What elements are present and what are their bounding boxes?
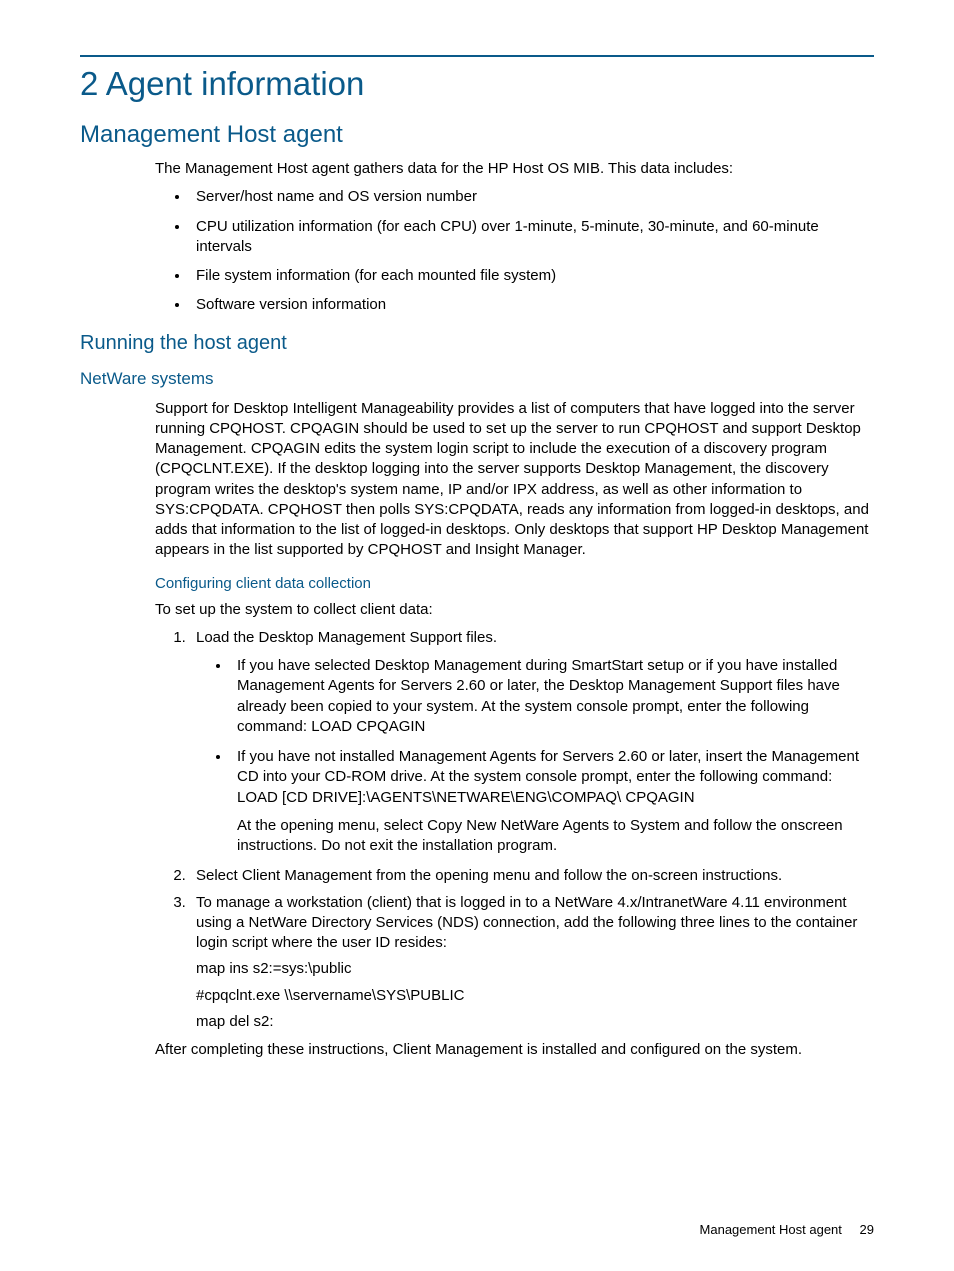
body-paragraph: To set up the system to collect client d…	[155, 600, 874, 620]
code-line: map del s2:	[196, 1012, 874, 1032]
list-item: Software version information	[190, 295, 874, 315]
page-number: 29	[860, 1222, 874, 1237]
sub-bullet-list: If you have selected Desktop Management …	[196, 656, 874, 856]
step-sub-paragraph: At the opening menu, select Copy New Net…	[237, 816, 874, 857]
list-item: File system information (for each mounte…	[190, 266, 874, 286]
code-line: map ins s2:=sys:\public	[196, 959, 874, 979]
data-bullet-list: Server/host name and OS version number C…	[155, 187, 874, 315]
top-rule	[80, 55, 874, 57]
chapter-title: 2 Agent information	[80, 65, 874, 103]
step-text: Load the Desktop Management Support file…	[196, 629, 497, 646]
subsection-heading: Running the host agent	[80, 332, 874, 355]
list-item: If you have selected Desktop Management …	[231, 656, 874, 737]
intro-paragraph: The Management Host agent gathers data f…	[155, 159, 874, 179]
list-item: Select Client Management from the openin…	[190, 866, 874, 886]
step-text: If you have not installed Management Age…	[237, 748, 859, 806]
list-item: To manage a workstation (client) that is…	[190, 893, 874, 1033]
code-line: #cpqclnt.exe \\servername\SYS\PUBLIC	[196, 986, 874, 1006]
page-footer: Management Host agent 29	[700, 1222, 874, 1237]
sub-subsection-heading: NetWare systems	[80, 369, 874, 389]
body-paragraph: After completing these instructions, Cli…	[155, 1040, 874, 1060]
list-item: Server/host name and OS version number	[190, 187, 874, 207]
body-paragraph: Support for Desktop Intelligent Manageab…	[155, 399, 874, 561]
list-item: If you have not installed Management Age…	[231, 747, 874, 856]
section-heading: Management Host agent	[80, 121, 874, 149]
step-text: To manage a workstation (client) that is…	[196, 894, 857, 952]
footer-section-label: Management Host agent	[700, 1222, 842, 1237]
list-item: CPU utilization information (for each CP…	[190, 217, 874, 258]
list-item: Load the Desktop Management Support file…	[190, 628, 874, 857]
steps-list: Load the Desktop Management Support file…	[155, 628, 874, 1032]
page-content: 2 Agent information Management Host agen…	[0, 0, 954, 1060]
minor-heading: Configuring client data collection	[155, 575, 874, 592]
